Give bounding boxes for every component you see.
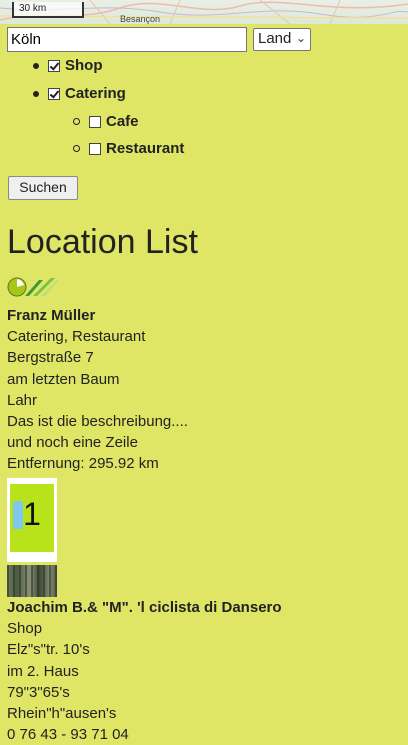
location-address-extra: im 2. Haus — [7, 662, 79, 680]
catering-checkbox[interactable] — [48, 87, 60, 100]
location-street: Bergstraße 7 — [7, 349, 94, 367]
list-bullet — [73, 118, 80, 125]
list-bullet — [33, 62, 39, 69]
location-distance: Entfernung: 295.92 km — [7, 455, 159, 473]
location-city: Lahr — [7, 391, 38, 409]
map-place-label: Besançon — [120, 14, 161, 24]
country-select-value: Land — [258, 30, 292, 47]
location-search-input[interactable] — [7, 27, 247, 52]
location-city: Rhein"h"ausen's — [7, 705, 117, 723]
category-label: Restaurant — [106, 140, 185, 157]
location-name[interactable]: Joachim B.& "M". 'l ciclista di Dansero — [7, 597, 282, 618]
map-strip[interactable]: 30 km Besançon — [0, 0, 408, 24]
catering-logo-icon — [7, 276, 59, 303]
location-description-2: und noch eine Zeile — [7, 434, 138, 452]
country-select[interactable]: Land ⌄ — [253, 28, 311, 51]
location-entry: Franz Müller Catering, Restaurant Bergst… — [7, 305, 188, 475]
map-scale-label: 30 km — [19, 3, 47, 14]
shop-checkbox[interactable] — [48, 59, 60, 72]
location-categories: Shop — [7, 620, 43, 638]
location-photo[interactable] — [7, 565, 57, 597]
location-categories: Catering, Restaurant — [7, 328, 146, 346]
category-item-cafe[interactable]: Cafe — [73, 113, 139, 130]
search-button[interactable]: Suchen — [8, 176, 78, 200]
cafe-checkbox[interactable] — [89, 115, 101, 128]
marker-number: 1 — [23, 496, 41, 532]
list-bullet — [73, 145, 80, 152]
map-scale: 30 km — [12, 2, 84, 18]
category-label: Catering — [65, 85, 126, 102]
restaurant-checkbox[interactable] — [89, 142, 101, 155]
marker-badge: 1 — [10, 484, 54, 552]
location-description: Das ist die beschreibung.... — [7, 413, 188, 431]
chevron-down-icon: ⌄ — [295, 31, 306, 45]
location-address-extra: am letzten Baum — [7, 370, 120, 388]
category-item-restaurant[interactable]: Restaurant — [73, 140, 184, 157]
location-entry: Joachim B.& "M". 'l ciclista di Dansero … — [7, 597, 282, 745]
category-item-catering[interactable]: Catering — [33, 85, 126, 102]
list-bullet — [33, 90, 39, 97]
location-name[interactable]: Franz Müller — [7, 305, 188, 326]
page-title: Location List — [7, 223, 198, 261]
map-marker-1[interactable]: 1 — [7, 478, 57, 562]
category-item-shop[interactable]: Shop — [33, 57, 103, 74]
category-label: Cafe — [106, 113, 139, 130]
category-label: Shop — [65, 57, 103, 74]
search-row: Land ⌄ — [7, 27, 311, 52]
location-street: Elz"s"tr. 10's — [7, 641, 90, 659]
location-zip: 79"3"65's — [7, 683, 70, 701]
